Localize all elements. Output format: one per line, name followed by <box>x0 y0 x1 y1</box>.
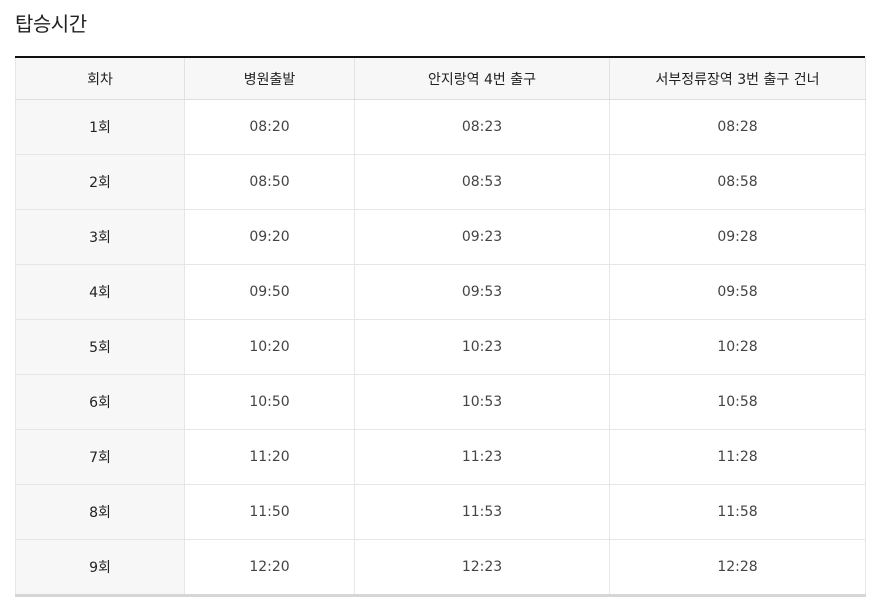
time-cell: 10:28 <box>609 319 866 375</box>
header-anjirang-station: 안지랑역 4번 출구 <box>354 58 610 100</box>
time-cell: 10:23 <box>354 319 610 375</box>
time-cell: 09:53 <box>354 264 610 320</box>
header-seobu-terminal-station: 서부정류장역 3번 출구 건너 <box>609 58 866 100</box>
time-cell: 12:23 <box>354 539 610 597</box>
time-cell: 08:58 <box>609 154 866 210</box>
header-hospital-departure: 병원출발 <box>184 58 355 100</box>
time-cell: 12:20 <box>184 539 355 597</box>
round-cell: 9회 <box>15 539 185 597</box>
time-cell: 10:53 <box>354 374 610 430</box>
table-row: 1회 08:20 08:23 08:28 <box>15 99 866 155</box>
header-row: 회차 병원출발 안지랑역 4번 출구 서부정류장역 3번 출구 건너 <box>15 58 866 100</box>
time-cell: 08:20 <box>184 99 355 155</box>
table-row: 6회 10:50 10:53 10:58 <box>15 374 866 430</box>
table-body: 1회 08:20 08:23 08:28 2회 08:50 08:53 08:5… <box>15 99 866 597</box>
time-cell: 11:58 <box>609 484 866 540</box>
time-cell: 10:50 <box>184 374 355 430</box>
table-row: 2회 08:50 08:53 08:58 <box>15 154 866 210</box>
round-cell: 3회 <box>15 209 185 265</box>
time-cell: 08:53 <box>354 154 610 210</box>
time-cell: 10:20 <box>184 319 355 375</box>
table-row: 5회 10:20 10:23 10:28 <box>15 319 866 375</box>
round-cell: 7회 <box>15 429 185 485</box>
round-cell: 2회 <box>15 154 185 210</box>
time-cell: 09:23 <box>354 209 610 265</box>
page-title: 탑승시간 <box>15 12 87 36</box>
table-header: 회차 병원출발 안지랑역 4번 출구 서부정류장역 3번 출구 건너 <box>15 58 866 100</box>
round-cell: 6회 <box>15 374 185 430</box>
time-cell: 10:58 <box>609 374 866 430</box>
time-cell: 11:20 <box>184 429 355 485</box>
time-cell: 08:28 <box>609 99 866 155</box>
time-cell: 09:28 <box>609 209 866 265</box>
table-row: 8회 11:50 11:53 11:58 <box>15 484 866 540</box>
table-row: 4회 09:50 09:53 09:58 <box>15 264 866 320</box>
time-cell: 11:28 <box>609 429 866 485</box>
boarding-time-table-wrap: 회차 병원출발 안지랑역 4번 출구 서부정류장역 3번 출구 건너 1회 08… <box>15 56 866 597</box>
time-cell: 09:20 <box>184 209 355 265</box>
table-row: 7회 11:20 11:23 11:28 <box>15 429 866 485</box>
time-cell: 09:50 <box>184 264 355 320</box>
round-cell: 8회 <box>15 484 185 540</box>
round-cell: 5회 <box>15 319 185 375</box>
time-cell: 09:58 <box>609 264 866 320</box>
time-cell: 11:53 <box>354 484 610 540</box>
boarding-time-table: 회차 병원출발 안지랑역 4번 출구 서부정류장역 3번 출구 건너 1회 08… <box>15 58 866 597</box>
table-row: 9회 12:20 12:23 12:28 <box>15 539 866 597</box>
time-cell: 08:23 <box>354 99 610 155</box>
time-cell: 11:23 <box>354 429 610 485</box>
time-cell: 11:50 <box>184 484 355 540</box>
round-cell: 1회 <box>15 99 185 155</box>
header-round: 회차 <box>15 58 185 100</box>
round-cell: 4회 <box>15 264 185 320</box>
table-row: 3회 09:20 09:23 09:28 <box>15 209 866 265</box>
time-cell: 08:50 <box>184 154 355 210</box>
time-cell: 12:28 <box>609 539 866 597</box>
